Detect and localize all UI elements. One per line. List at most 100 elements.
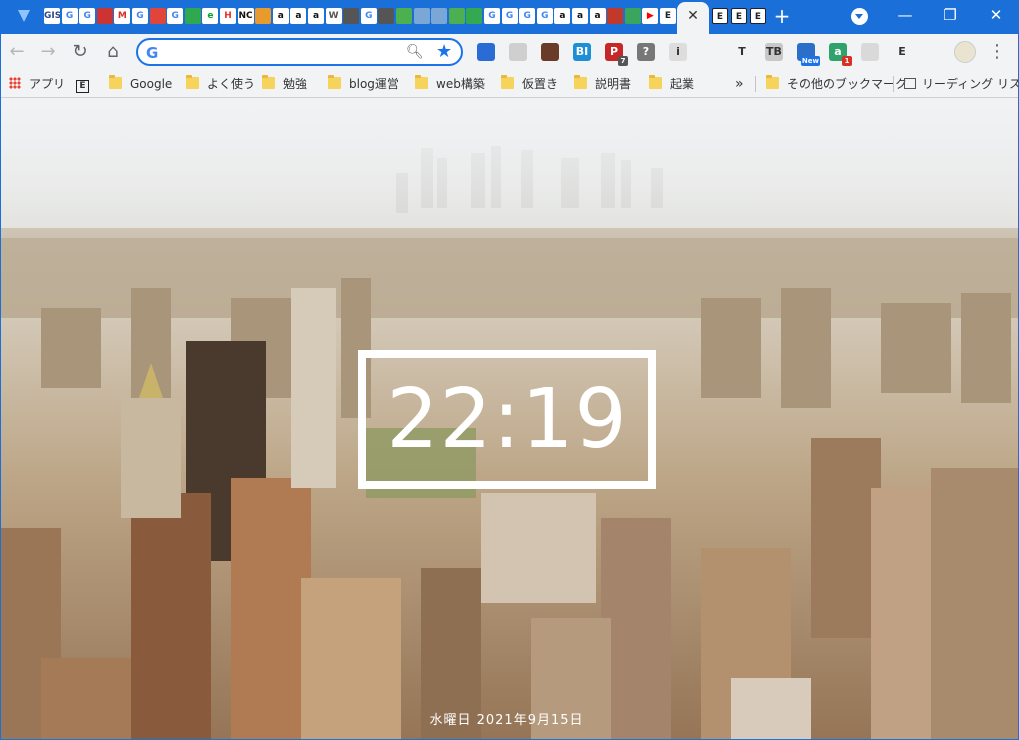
address-bar[interactable]: G 🔍︎ ★ (136, 38, 463, 66)
nc-tab-icon[interactable]: NC (237, 8, 254, 24)
google-tab-icon[interactable]: G (79, 8, 96, 24)
bi-extension-icon[interactable]: BI (573, 43, 591, 61)
bookmark-folder[interactable]: 仮置き (501, 75, 558, 93)
folder-icon (109, 75, 122, 89)
forward-button[interactable]: → (36, 40, 60, 64)
folder-icon (262, 75, 275, 89)
google-tab-icon[interactable]: G (132, 8, 148, 24)
bookmark-e[interactable]: E (76, 75, 89, 93)
home-button[interactable]: ⌂ (101, 40, 125, 64)
doc-tab-icon[interactable] (413, 8, 430, 24)
a-extension-icon[interactable]: a1 (829, 43, 852, 66)
youtube-tab-icon[interactable]: ▶ (642, 8, 659, 24)
puzzle-extension-icon[interactable] (925, 43, 943, 61)
amazon-tab-icon[interactable]: a (290, 8, 307, 24)
bookmark-folder-label: 仮置き (522, 77, 559, 91)
app-tab-icon[interactable] (184, 8, 201, 24)
doc-tab-icon[interactable] (431, 8, 448, 24)
menu-button[interactable]: ⋮ (985, 40, 1009, 64)
help-extension-icon[interactable]: ? (637, 43, 655, 61)
app-tab-icon[interactable] (255, 8, 272, 24)
close-window-button[interactable]: ✕ (981, 4, 1011, 26)
apps-shortcut[interactable]: アプリ (9, 75, 65, 93)
bookmark-folder[interactable]: web構築 (415, 75, 485, 93)
amazon-tab-icon[interactable]: a (308, 8, 324, 24)
tab-strip: GIS G G M G Ge H NC a a a W G G G G Ga a a ▶ E ✕ EEE + — ❐ ✕ (0, 0, 1019, 34)
tab-search-button[interactable] (851, 8, 868, 25)
train-tab-icon[interactable] (149, 8, 166, 24)
reading-list-button[interactable]: リーディング リスト (904, 75, 1019, 93)
extension-badge: 1 (842, 56, 852, 66)
google-tab-icon[interactable]: G (167, 8, 184, 24)
new-extension-icon[interactable]: New (797, 43, 820, 66)
folder-icon (649, 75, 662, 89)
e-tab-icon[interactable]: E (750, 8, 766, 24)
e-tab-icon[interactable]: E (660, 8, 676, 24)
folder-icon (766, 75, 779, 89)
gis-tab-icon[interactable]: GIS (44, 8, 60, 24)
amazon-tab-icon[interactable]: a (272, 8, 289, 24)
bookmark-folder[interactable]: 説明書 (574, 75, 631, 93)
info-extension-icon[interactable]: i (669, 43, 687, 61)
wikipedia-tab-icon[interactable]: W (325, 8, 342, 24)
bookmark-star-icon[interactable]: ★ (436, 41, 452, 63)
bookmark-folder[interactable]: Google (109, 75, 172, 93)
zoom-icon[interactable]: 🔍︎ (406, 43, 424, 61)
e-tab-icon[interactable]: E (731, 8, 747, 24)
back-button[interactable]: ← (5, 40, 29, 64)
google-tab-icon[interactable]: G (519, 8, 536, 24)
map-tab-icon[interactable] (448, 8, 465, 24)
active-tab[interactable]: ✕ (677, 2, 709, 34)
e-extension-icon[interactable]: E (893, 43, 911, 61)
reload-button[interactable]: ↻ (68, 40, 92, 64)
bookmark-folder[interactable]: よく使う (186, 75, 255, 93)
google-tab-icon[interactable]: G (501, 8, 518, 24)
tab-close-icon[interactable]: ✕ (686, 9, 700, 23)
bookmarks-overflow-button[interactable]: » (735, 75, 744, 93)
app-tab-icon[interactable] (607, 8, 624, 24)
bookmark-folder-label: 説明書 (595, 77, 632, 91)
a-extension-icon-text: a (834, 45, 842, 58)
address-input[interactable] (168, 43, 398, 61)
new-tab-button[interactable]: + (772, 6, 792, 26)
minimize-button[interactable]: — (890, 4, 920, 26)
p-extension-icon[interactable]: P7 (605, 43, 628, 66)
profile-avatar[interactable] (954, 41, 976, 63)
other-bookmarks-folder[interactable]: その他のブックマーク (766, 75, 907, 93)
folder-icon (186, 75, 199, 89)
e-tab-icon[interactable]: E (712, 8, 728, 24)
google-tab-icon[interactable]: G (61, 8, 78, 24)
evernote-tab-icon[interactable]: e (202, 8, 219, 24)
gmail-tab-icon[interactable]: M (114, 8, 131, 24)
tb-extension-icon[interactable]: TB (765, 43, 783, 61)
google-tab-icon[interactable]: G (360, 8, 377, 24)
folder-icon (501, 75, 514, 89)
app-tab-icon[interactable] (378, 8, 395, 24)
google-tab-icon[interactable]: G (484, 8, 500, 24)
restore-button[interactable]: ❐ (935, 4, 965, 26)
t-extension-icon[interactable]: T (733, 43, 751, 61)
apps-grid-icon (9, 77, 21, 89)
map-tab-icon[interactable] (396, 8, 412, 24)
bookmark-folder[interactable]: blog運営 (328, 75, 399, 93)
extension-icon[interactable] (509, 43, 527, 61)
app-tab-icon[interactable] (624, 8, 641, 24)
vivaldi-extension-icon[interactable] (477, 43, 495, 61)
apps-label: アプリ (29, 77, 66, 91)
amazon-tab-icon[interactable]: a (554, 8, 571, 24)
app-tab-icon[interactable] (96, 8, 113, 24)
google-tab-icon[interactable]: G (536, 8, 553, 24)
wifi-extension-icon[interactable] (861, 43, 879, 61)
app-tab-icon[interactable] (343, 8, 360, 24)
maps-tab-icon[interactable] (466, 8, 483, 24)
bookmark-folder[interactable]: 勉強 (262, 75, 307, 93)
clock-widget: 22:19 (358, 350, 656, 489)
coffee-extension-icon[interactable] (541, 43, 559, 61)
bookmark-folder[interactable]: 起業 (649, 75, 694, 93)
bookmark-extension-icon[interactable] (701, 43, 719, 61)
vivaldi-logo-icon (17, 8, 31, 24)
hotpepper-tab-icon[interactable]: H (220, 8, 236, 24)
amazon-tab-icon[interactable]: a (589, 8, 606, 24)
amazon-tab-icon[interactable]: a (572, 8, 588, 24)
reading-list-icon (904, 78, 916, 89)
